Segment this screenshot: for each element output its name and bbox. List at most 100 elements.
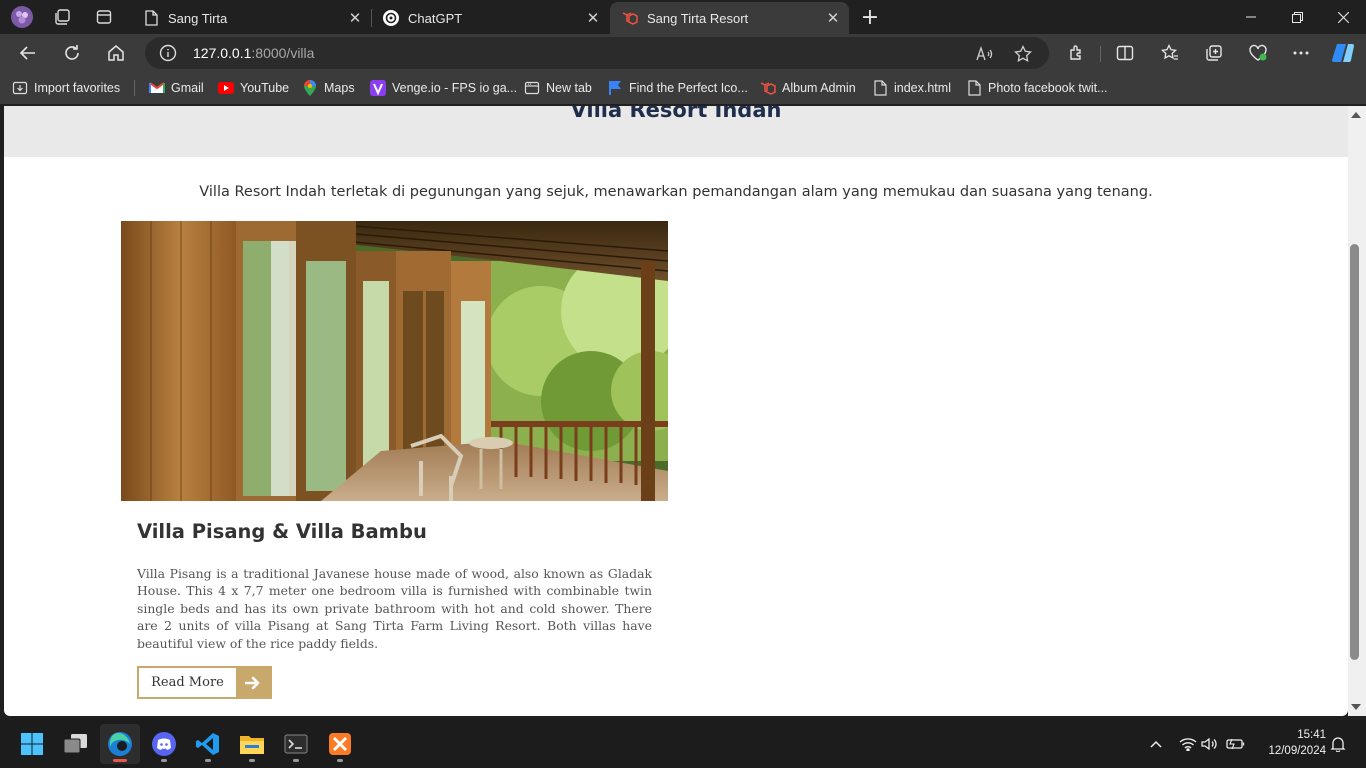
tab-sang-tirta-resort[interactable]: Sang Tirta Resort ✕ — [610, 2, 849, 34]
bookmark-new-tab[interactable]: New tab — [524, 79, 592, 97]
bookmark-maps[interactable]: Maps — [302, 79, 355, 97]
browser-essentials-icon[interactable] — [1242, 38, 1274, 68]
terminal-icon[interactable] — [276, 724, 316, 764]
task-view-icon[interactable] — [56, 724, 96, 764]
tab-title: ChatGPT — [408, 10, 463, 26]
browser-tab-strip: Sang Tirta ✕ ChatGPT ✕ Sang Tirta Resort… — [0, 0, 1366, 34]
arrow-right-icon — [236, 668, 270, 697]
scroll-down-arrow-icon[interactable] — [1351, 704, 1361, 710]
favorite-star-icon[interactable] — [1012, 43, 1034, 65]
bookmark-label: Import favorites — [34, 81, 121, 95]
import-icon — [12, 80, 28, 96]
more-options-icon[interactable] — [1285, 38, 1317, 68]
running-indicator — [337, 759, 343, 762]
collections-icon[interactable] — [1198, 38, 1230, 68]
tab-close-icon[interactable]: ✕ — [581, 6, 605, 30]
read-aloud-icon[interactable] — [974, 43, 996, 65]
venge-icon — [370, 80, 386, 96]
extensions-icon[interactable] — [1061, 38, 1093, 68]
url-path: :8000/villa — [251, 45, 315, 61]
bookmark-youtube[interactable]: YouTube — [218, 79, 289, 97]
bookmark-photo-facebook[interactable]: Photo facebook twit... — [966, 79, 1108, 97]
profile-avatar-icon[interactable] — [11, 6, 33, 28]
newtab-icon — [524, 80, 540, 96]
file-icon — [966, 80, 982, 96]
bookmark-label: Album Admin — [782, 81, 856, 95]
minimize-button[interactable] — [1228, 0, 1274, 34]
read-more-label: Read More — [151, 675, 224, 690]
bookmark-album-admin[interactable]: Album Admin — [760, 79, 856, 97]
intro-text: Villa Resort Indah terletak di pegununga… — [199, 184, 1153, 200]
active-indicator — [113, 759, 127, 762]
page-icon — [143, 10, 159, 26]
workspaces-icon[interactable] — [51, 6, 73, 28]
bookmark-label: Photo facebook twit... — [988, 81, 1108, 95]
villa-card-title: Villa Pisang & Villa Bambu — [137, 520, 427, 543]
villa-photo — [121, 221, 668, 501]
bookmark-label: YouTube — [240, 81, 290, 95]
home-button[interactable] — [100, 38, 132, 68]
flag-icon — [607, 80, 623, 96]
volume-icon[interactable] — [1200, 734, 1220, 754]
close-window-button[interactable] — [1320, 0, 1366, 34]
wifi-icon[interactable] — [1178, 734, 1198, 754]
bookmark-label: Maps — [324, 81, 355, 95]
laravel-icon — [622, 10, 638, 26]
edge-icon[interactable] — [100, 724, 140, 764]
site-info-icon[interactable] — [159, 44, 177, 62]
url-host: 127.0.0.1 — [193, 45, 252, 61]
tab-close-icon[interactable]: ✕ — [343, 6, 367, 30]
running-indicator — [161, 759, 167, 762]
windows-taskbar: 15:41 12/09/2024 — [0, 720, 1366, 768]
clock-time: 15:41 — [1297, 729, 1326, 741]
bookmark-label: New tab — [546, 81, 592, 95]
tab-actions-icon[interactable] — [93, 6, 115, 28]
xampp-icon[interactable] — [320, 724, 360, 764]
running-indicator — [205, 759, 211, 762]
bookmark-venge[interactable]: Venge.io - FPS io ga... — [370, 79, 517, 97]
bookmarks-divider — [134, 80, 135, 96]
notifications-bell-icon[interactable] — [1328, 734, 1348, 754]
bookmark-index-html[interactable]: index.html — [872, 79, 951, 97]
file-icon — [872, 80, 888, 96]
show-hidden-icons-chevron-icon[interactable] — [1146, 734, 1166, 754]
favorites-icon[interactable] — [1154, 38, 1186, 68]
page-title: Villa Resort Indah — [570, 106, 782, 122]
discord-icon[interactable] — [144, 724, 184, 764]
address-bar[interactable]: 127.0.0.1:8000/villa — [145, 37, 1049, 69]
split-screen-icon[interactable] — [1109, 38, 1141, 68]
tab-title: Sang Tirta — [168, 10, 228, 26]
bookmark-find-icons[interactable]: Find the Perfect Ico... — [607, 79, 748, 97]
read-more-button[interactable]: Read More — [137, 666, 272, 699]
bookmark-gmail[interactable]: Gmail — [149, 79, 204, 97]
bookmark-label: Gmail — [171, 81, 204, 95]
tab-sang-tirta[interactable]: Sang Tirta ✕ — [131, 2, 371, 34]
copilot-icon[interactable] — [1327, 38, 1359, 68]
tab-chatgpt[interactable]: ChatGPT ✕ — [371, 2, 609, 34]
windows-start-icon[interactable] — [12, 724, 52, 764]
system-clock[interactable]: 15:41 12/09/2024 — [1258, 727, 1326, 759]
laravel-icon — [760, 80, 776, 96]
youtube-icon — [218, 80, 234, 96]
back-button[interactable] — [12, 38, 44, 68]
bookmark-label: index.html — [894, 81, 951, 95]
favorites-bar: Import favorites Gmail YouTube Maps Veng… — [0, 72, 1366, 104]
new-tab-button[interactable]: + — [859, 5, 881, 30]
scroll-up-arrow-icon[interactable] — [1351, 112, 1361, 118]
battery-icon[interactable] — [1226, 734, 1246, 754]
toolbar-divider — [1100, 46, 1101, 62]
tab-title: Sang Tirta Resort — [647, 10, 749, 26]
scrollbar-thumb[interactable] — [1350, 244, 1359, 660]
page-scrollbar[interactable] — [1348, 106, 1366, 716]
restore-button[interactable] — [1274, 0, 1320, 34]
maps-icon — [302, 80, 318, 96]
gmail-icon — [149, 80, 165, 96]
browser-toolbar: 127.0.0.1:8000/villa — [0, 34, 1366, 72]
vscode-icon[interactable] — [188, 724, 228, 764]
clock-date: 12/09/2024 — [1268, 745, 1326, 757]
tab-close-icon[interactable]: ✕ — [821, 6, 845, 30]
page-viewport: Villa Resort Indah Villa Resort Indah te… — [4, 106, 1348, 716]
bookmark-import-favorites[interactable]: Import favorites — [12, 79, 120, 97]
file-explorer-icon[interactable] — [232, 724, 272, 764]
refresh-button[interactable] — [56, 38, 88, 68]
